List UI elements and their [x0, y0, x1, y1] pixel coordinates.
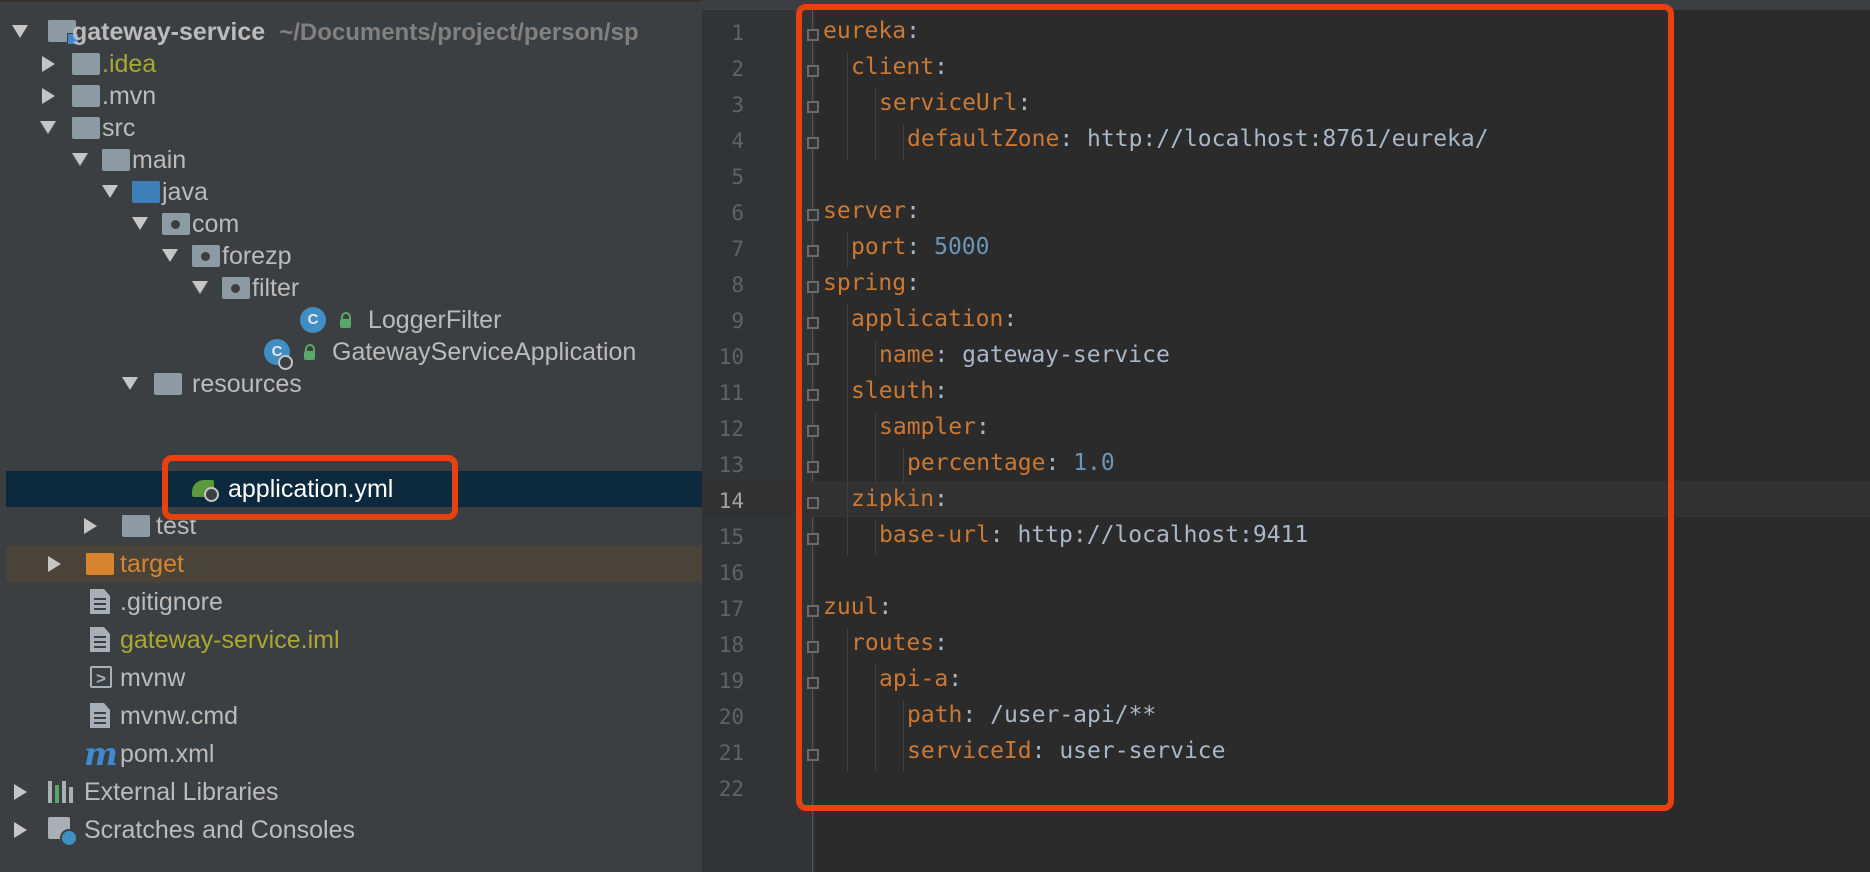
tree-item-gateway-service-iml[interactable]: gateway-service.iml: [6, 621, 702, 659]
line-number: 6: [731, 201, 744, 225]
tree-item-label: .mvn: [102, 82, 157, 110]
folder-icon: [72, 53, 100, 75]
chevron-down-icon[interactable]: [102, 185, 118, 198]
project-tree-panel: gateway-service ~/Documents/project/perso…: [0, 0, 702, 872]
chevron-right-icon[interactable]: [42, 88, 55, 104]
tree-item-gitignore[interactable]: .gitignore: [6, 583, 702, 621]
line-number: 5: [731, 165, 744, 189]
chevron-right-icon[interactable]: [14, 784, 27, 800]
chevron-down-icon[interactable]: [12, 25, 28, 38]
tree-item-label: src: [102, 114, 136, 142]
line-number: 4: [731, 129, 744, 153]
line-number: 9: [731, 309, 744, 333]
module-file-icon: [90, 627, 110, 652]
tree-item-scratches[interactable]: Scratches and Consoles: [6, 811, 702, 849]
tree-item-label: gateway-service.iml: [120, 626, 340, 654]
panel-top-border: [0, 0, 702, 2]
line-number: 17: [718, 597, 744, 621]
maven-icon: m: [84, 735, 118, 773]
line-number: 15: [718, 525, 744, 549]
lock-icon: [304, 344, 315, 360]
text-file-icon: [90, 703, 110, 728]
line-number: 1: [731, 21, 744, 45]
tree-item-label: main: [132, 146, 187, 174]
line-number: 7: [731, 237, 744, 261]
shell-script-icon: >: [90, 666, 112, 688]
line-number: 10: [718, 345, 744, 369]
package-icon: [162, 213, 190, 235]
chevron-down-icon[interactable]: [72, 153, 88, 166]
highlight-box-application-yml: [162, 455, 458, 520]
tree-item-pom-xml[interactable]: m pom.xml: [6, 735, 702, 773]
tree-item-label: Scratches and Consoles: [84, 816, 355, 844]
project-path: ~/Documents/project/person/sp: [279, 19, 639, 46]
tree-item-mvnw-cmd[interactable]: mvnw.cmd: [6, 697, 702, 735]
line-number: 3: [731, 93, 744, 117]
line-number: 19: [718, 669, 744, 693]
line-number: 21: [718, 741, 744, 765]
lock-icon: [340, 312, 351, 328]
line-number: 20: [718, 705, 744, 729]
chevron-right-icon[interactable]: [42, 56, 55, 72]
highlight-box-yaml-content: [796, 4, 1674, 811]
tree-item-resources[interactable]: resources: [6, 365, 702, 403]
tree-item-label: gateway-service ~/Documents/project/perso…: [72, 18, 639, 46]
tree-item-label: forezp: [222, 242, 292, 270]
resources-folder-icon: [154, 373, 182, 395]
tree-item-label: mvnw: [120, 664, 186, 692]
tree-item-label: target: [120, 550, 184, 578]
tree-item-label: resources: [192, 370, 302, 398]
package-icon: [222, 277, 250, 299]
line-number: 2: [731, 57, 744, 81]
folder-icon: [102, 149, 130, 171]
library-icon: [48, 781, 74, 803]
line-number: 13: [718, 453, 744, 477]
folder-icon: [72, 85, 100, 107]
chevron-down-icon[interactable]: [132, 217, 148, 230]
tree-item-label: com: [192, 210, 240, 238]
chevron-down-icon[interactable]: [122, 377, 138, 390]
source-folder-icon: [132, 181, 160, 203]
chevron-right-icon[interactable]: [84, 518, 97, 534]
tree-item-target[interactable]: target: [6, 545, 702, 583]
tree-item-label: .idea: [102, 50, 157, 78]
tree-item-label: mvnw.cmd: [120, 702, 239, 730]
line-number: 14: [718, 489, 744, 513]
tree-item-label: java: [162, 178, 208, 206]
line-number: 18: [718, 633, 744, 657]
tree-item-label: pom.xml: [120, 740, 215, 768]
class-icon: C: [300, 307, 326, 333]
tree-item-external-libraries[interactable]: External Libraries: [6, 773, 702, 811]
tree-item-label: filter: [252, 274, 300, 302]
ignore-file-icon: [90, 589, 110, 614]
scratch-icon: [48, 817, 78, 847]
package-icon: [192, 245, 220, 267]
line-number: 16: [718, 561, 744, 585]
line-number: 11: [718, 381, 744, 405]
folder-icon: [72, 117, 100, 139]
line-number: 22: [718, 777, 744, 801]
tree-item-label: LoggerFilter: [368, 306, 502, 334]
line-number: 12: [718, 417, 744, 441]
tree-item-label: GatewayServiceApplication: [332, 338, 637, 366]
tree-item-label: .gitignore: [120, 588, 223, 616]
tree-item-mvnw[interactable]: > mvnw: [6, 659, 702, 697]
tree-item-label: External Libraries: [84, 778, 279, 806]
chevron-down-icon[interactable]: [162, 249, 178, 262]
chevron-right-icon[interactable]: [48, 556, 61, 572]
chevron-right-icon[interactable]: [14, 822, 27, 838]
chevron-down-icon[interactable]: [192, 281, 208, 294]
excluded-folder-icon: [86, 553, 114, 575]
folder-icon: [122, 515, 150, 537]
line-number: 8: [731, 273, 744, 297]
chevron-down-icon[interactable]: [40, 121, 56, 134]
